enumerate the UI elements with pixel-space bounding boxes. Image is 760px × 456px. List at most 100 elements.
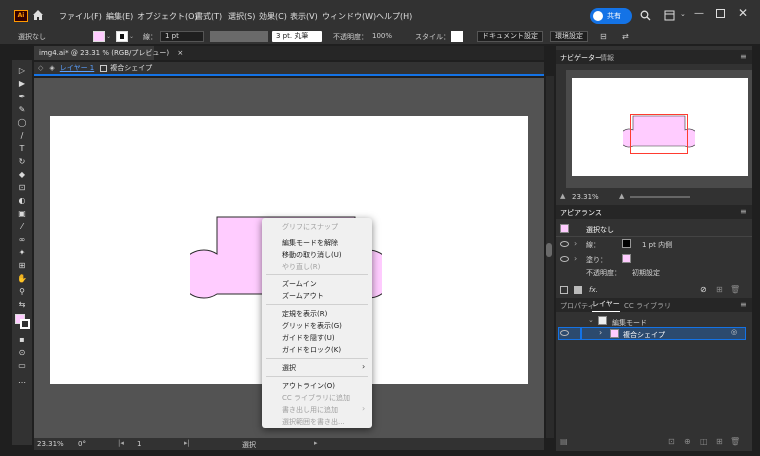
stroke-weight-field[interactable]: 1 pt <box>160 31 204 42</box>
menu-view[interactable]: 表示(V) <box>290 11 318 22</box>
curvature-tool-icon[interactable]: ✎ <box>17 105 27 115</box>
stroke-color-icon[interactable] <box>20 319 30 329</box>
clear-appearance-icon[interactable]: ⊘ <box>700 285 707 294</box>
navigator-zoom[interactable]: 23.31% <box>572 193 599 201</box>
tab-info[interactable]: 情報 <box>600 53 614 63</box>
search-icon[interactable] <box>640 10 651 21</box>
menu-help[interactable]: ヘルプ(H) <box>376 11 412 22</box>
breadcrumb-object[interactable]: 複合シェイプ <box>110 63 152 73</box>
expand-arrow-icon[interactable]: › <box>574 239 577 248</box>
status-artboard[interactable]: 1 <box>137 440 141 448</box>
arrange-icon[interactable]: ⊟ <box>600 32 607 41</box>
artboard-tool-icon[interactable]: ⊞ <box>17 261 27 271</box>
fill-dropdown-icon[interactable]: ⌄ <box>106 33 111 40</box>
menu-undo-move[interactable]: 移動の取り消し(U) <box>282 250 342 260</box>
stroke-row-value[interactable]: 1 pt 内側 <box>642 240 702 250</box>
menu-file[interactable]: ファイル(F) <box>59 11 102 22</box>
menu-edit[interactable]: 編集(E) <box>106 11 133 22</box>
expand-arrow-icon[interactable]: › <box>599 328 602 337</box>
menu-effect[interactable]: 効果(C) <box>259 11 287 22</box>
menu-zoom-out[interactable]: ズームアウト <box>282 291 324 301</box>
eye-icon[interactable] <box>560 256 569 262</box>
zoom-in-mountain-icon[interactable]: ▲ <box>619 192 624 200</box>
draw-mode-icon[interactable]: ⊙ <box>17 348 27 358</box>
appearance-title[interactable]: アピアランス <box>560 208 602 218</box>
symbol-sprayer-tool-icon[interactable]: ✦ <box>17 248 27 258</box>
menu-outline[interactable]: アウトライン(O) <box>282 381 335 391</box>
menu-select[interactable]: 選択(S) <box>228 11 255 22</box>
menu-select[interactable]: 選択 <box>282 363 296 373</box>
close-window-icon[interactable]: ✕ <box>738 6 748 20</box>
menu-window[interactable]: ウィンドウ(W) <box>322 11 376 22</box>
eraser-tool-icon[interactable]: ◆ <box>17 170 27 180</box>
status-mode[interactable]: 選択 <box>242 440 256 450</box>
stroke-color-swatch[interactable] <box>622 239 631 248</box>
layers-footer-icon[interactable]: ⊕ <box>684 437 691 446</box>
menu-object[interactable]: オブジェクト(O) <box>137 11 198 22</box>
pen-tool-icon[interactable]: ✒ <box>17 92 27 102</box>
eyedropper-tool-icon[interactable]: ⁄ <box>17 222 27 232</box>
menu-type[interactable]: 書式(T) <box>195 11 222 22</box>
direct-selection-tool-icon[interactable]: ▶ <box>17 79 27 89</box>
new-layer-icon[interactable]: ⊞ <box>716 437 723 446</box>
scroll-right-icon[interactable]: ▸ <box>314 439 318 447</box>
vertical-scrollbar-thumb[interactable] <box>546 243 552 257</box>
menu-show-rulers[interactable]: 定規を表示(R) <box>282 309 327 319</box>
duplicate-item-icon[interactable]: ⊞ <box>716 285 723 294</box>
next-artboard-icon[interactable]: ▸| <box>184 439 190 447</box>
blend-tool-icon[interactable]: ∞ <box>17 235 27 245</box>
stroke-swatch[interactable] <box>116 31 128 42</box>
panel-menu-icon[interactable]: ≡ <box>740 300 747 309</box>
gradient-tool-icon[interactable]: ▣ <box>17 209 27 219</box>
menu-show-grid[interactable]: グリッドを表示(G) <box>282 321 342 331</box>
tab-properties[interactable]: プロパティ <box>560 301 595 311</box>
tab-cc-libraries[interactable]: CC ライブラリ <box>624 301 671 311</box>
rotate-tool-icon[interactable]: ↻ <box>17 157 27 167</box>
opacity-value[interactable]: 100% <box>372 32 392 40</box>
chevron-down-icon[interactable]: ⌄ <box>680 10 686 18</box>
first-artboard-icon[interactable]: |◂ <box>118 439 124 447</box>
status-zoom[interactable]: 23.31% <box>37 440 64 448</box>
effects-button[interactable]: fx. <box>589 286 598 294</box>
opacity-row-value[interactable]: 初期設定 <box>632 268 692 278</box>
menu-zoom-in[interactable]: ズームイン <box>282 279 317 289</box>
shape-builder-tool-icon[interactable]: ◐ <box>17 196 27 206</box>
variable-width-profile[interactable] <box>210 31 268 42</box>
delete-item-icon[interactable]: 🗑 <box>730 285 740 294</box>
zoom-tool-icon[interactable]: ⚲ <box>17 287 27 297</box>
selection-tool-icon[interactable]: ▷ <box>17 66 27 76</box>
fill-color-swatch[interactable] <box>622 254 631 263</box>
swap-colors-icon[interactable]: ⇆ <box>17 300 27 310</box>
type-tool-icon[interactable]: T <box>17 144 27 154</box>
layer-item-name[interactable]: 複合シェイプ <box>623 330 703 340</box>
maximize-icon[interactable] <box>716 9 725 18</box>
breadcrumb-layer[interactable]: レイヤー 1 <box>60 63 94 73</box>
tab-navigator[interactable]: ナビゲーター <box>560 53 602 63</box>
document-tab[interactable]: img4.ai* @ 23.31 % (RGB/プレビュー) × <box>34 46 183 60</box>
target-circle-icon[interactable]: ◎ <box>731 328 737 336</box>
back-arrow-icon[interactable]: ◇ <box>38 64 43 72</box>
eye-icon[interactable] <box>560 241 569 247</box>
add-stroke-icon[interactable] <box>560 286 568 294</box>
color-mode-icon[interactable]: ▪ <box>17 335 27 345</box>
panel-menu-icon[interactable]: ≡ <box>740 52 747 61</box>
expand-arrow-icon[interactable]: › <box>574 254 577 263</box>
delete-layer-icon[interactable]: 🗑 <box>730 437 740 446</box>
home-icon[interactable] <box>32 9 44 21</box>
hand-tool-icon[interactable]: ✋ <box>17 274 27 284</box>
stroke-dropdown-icon[interactable]: ⌄ <box>129 33 134 40</box>
workspace-icon[interactable] <box>664 10 675 21</box>
vertical-scrollbar[interactable] <box>546 76 554 438</box>
share-button[interactable]: 共有 <box>590 8 632 24</box>
menu-lock-guides[interactable]: ガイドをロック(K) <box>282 345 341 355</box>
panel-menu-icon[interactable]: ≡ <box>740 207 747 216</box>
navigator-view-box[interactable] <box>630 114 688 154</box>
paintbrush-tool-icon[interactable]: ∕ <box>17 131 27 141</box>
menu-hide-guides[interactable]: ガイドを隠す(U) <box>282 333 335 343</box>
add-fill-icon[interactable] <box>574 286 582 294</box>
fill-swatch[interactable] <box>93 31 105 42</box>
menu-exit-isolation[interactable]: 編集モードを解除 <box>282 238 338 248</box>
ellipse-tool-icon[interactable]: ◯ <box>17 118 27 128</box>
more-tools-icon[interactable]: ⋯ <box>17 378 27 388</box>
navigator-zoom-slider[interactable] <box>630 196 690 198</box>
